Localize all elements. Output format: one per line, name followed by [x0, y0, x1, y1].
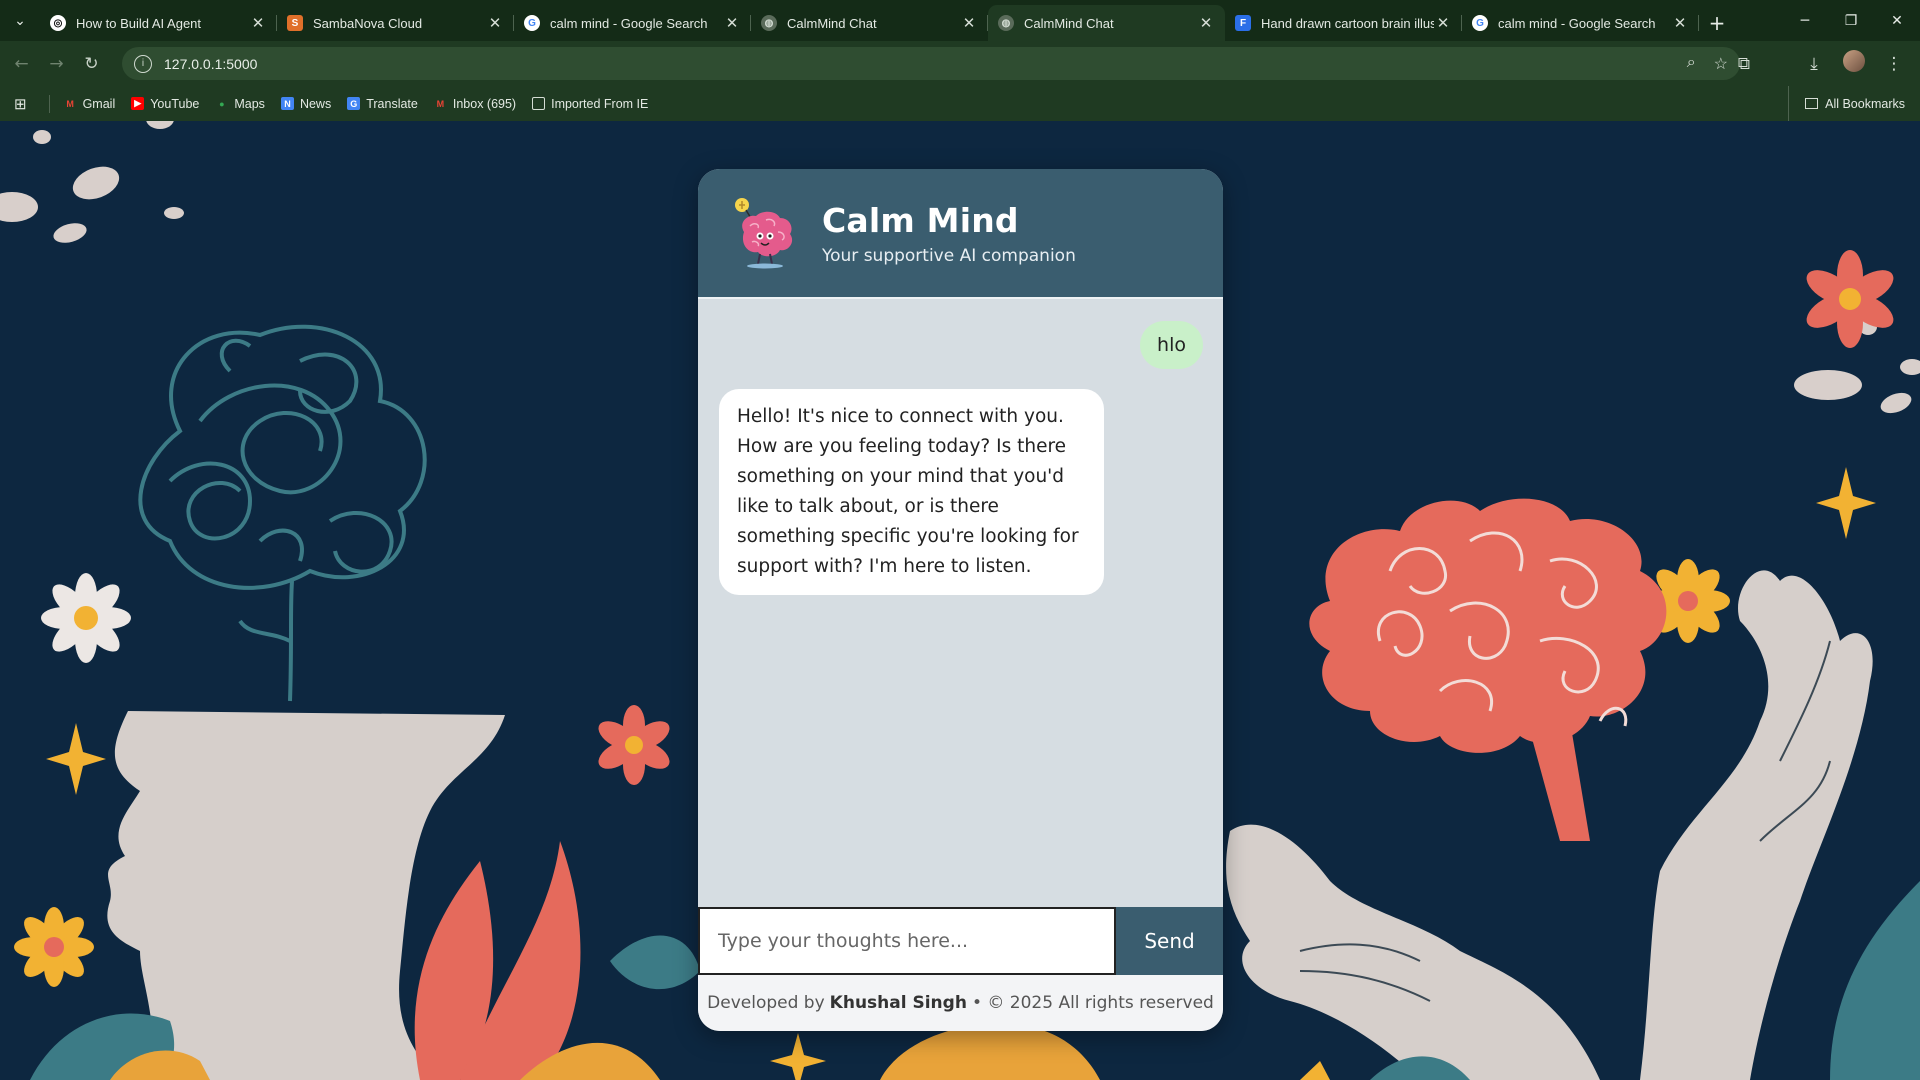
footer-copyright: • © 2025 All rights reserved [971, 993, 1214, 1013]
brain-mascot-icon [735, 198, 793, 269]
translate-icon: G [347, 97, 361, 110]
toolbar: ← → ↻ i 127.0.0.1:5000 ⌕ ☆ ⧉ ⤓ ⋮ [0, 41, 1920, 86]
close-tab-icon[interactable]: ✕ [960, 14, 978, 32]
gmail-icon: M [436, 98, 445, 109]
site-info-icon[interactable]: i [134, 54, 152, 73]
profile-avatar[interactable] [1834, 50, 1874, 77]
bookmark-translate[interactable]: G Translate [347, 97, 418, 111]
app-subtitle: Your supportive AI companion [822, 245, 1076, 266]
bookmark-folder-imported[interactable]: Imported From IE [532, 97, 648, 111]
bookmark-news[interactable]: N News [280, 97, 331, 111]
sambanova-icon: S [287, 15, 303, 31]
close-tab-icon[interactable]: ✕ [723, 14, 741, 32]
brain-illustration [1309, 498, 1667, 841]
toolbar-actions: ⧉ ⤓ ⋮ [1724, 41, 1914, 86]
window-controls: ─ ❐ ✕ [1782, 0, 1920, 41]
zoom-icon[interactable]: ⌕ [1687, 54, 1696, 74]
back-button[interactable]: ← [4, 46, 39, 81]
flower-coral [598, 705, 670, 785]
new-tab-button[interactable]: + [1699, 5, 1735, 41]
gmail-icon: M [66, 98, 74, 109]
close-tab-icon[interactable]: ✕ [249, 14, 267, 32]
chat-header: Calm Mind Your supportive AI companion [698, 169, 1223, 297]
close-tab-icon[interactable]: ✕ [486, 14, 504, 32]
bookmark-gmail[interactable]: M Gmail [64, 97, 115, 111]
message-input[interactable] [698, 907, 1116, 975]
omnibox-actions: ⌕ ☆ [1687, 54, 1728, 74]
bookmark-inbox[interactable]: M Inbox (695) [434, 97, 516, 111]
tab-4[interactable]: ◍ CalmMind Chat ✕ [751, 5, 988, 41]
apps-grid-icon[interactable]: ⊞ [14, 95, 27, 113]
footer: Developed by Khushal Singh • © 2025 All … [698, 975, 1223, 1031]
news-icon: N [280, 97, 294, 110]
folder-icon [1805, 98, 1819, 109]
globe-icon: ◍ [761, 15, 777, 31]
user-message: hlo [1140, 321, 1203, 369]
bookmarks-bar: ⊞ M Gmail ▶ YouTube ● Maps N News G Translate… [0, 86, 1920, 121]
tab-search-icon[interactable]: ⌄ [0, 0, 40, 41]
address-bar[interactable]: i 127.0.0.1:5000 ⌕ ☆ [122, 47, 1740, 80]
tab-7[interactable]: Gcalm mind - Google Search ✕ [1462, 5, 1699, 41]
folder-icon [532, 97, 546, 110]
page-viewport: Calm Mind Your supportive AI companion h… [0, 121, 1920, 1080]
header-text: Calm Mind Your supportive AI companion [822, 201, 1076, 266]
minimize-icon[interactable]: ─ [1782, 0, 1828, 41]
footer-prefix: Developed by [707, 993, 825, 1013]
extensions-icon[interactable]: ⧉ [1724, 54, 1764, 74]
all-bookmarks-button[interactable]: All Bookmarks [1788, 86, 1905, 121]
bookmark-youtube[interactable]: ▶ YouTube [131, 97, 199, 111]
google-icon: G [1472, 15, 1488, 31]
download-icon[interactable]: ⤓ [1794, 54, 1834, 74]
flower-yellow [14, 907, 94, 987]
footer-author: Khushal Singh [829, 993, 967, 1013]
reload-button[interactable]: ↻ [74, 46, 109, 81]
send-button[interactable]: Send [1116, 907, 1223, 975]
message-list: hlo Hello! It's nice to connect with you… [698, 297, 1223, 907]
close-window-icon[interactable]: ✕ [1874, 0, 1920, 41]
composer: Send [698, 907, 1223, 975]
maps-icon: ● [219, 98, 225, 109]
bookmark-maps[interactable]: ● Maps [215, 97, 265, 111]
tab-3[interactable]: Gcalm mind - Google Search ✕ [514, 5, 751, 41]
flower-white [41, 573, 131, 663]
freepik-icon: F [1235, 15, 1251, 31]
scribble-thought [138, 324, 427, 702]
url-text: 127.0.0.1:5000 [164, 55, 258, 72]
tab-strip: ⌄ ◎ How to Build AI Agent ✕ S SambaNova Clo… [0, 0, 1920, 41]
flower-coral-right [1806, 250, 1894, 348]
tab-5-active[interactable]: ◍ CalmMind Chat ✕ [988, 5, 1225, 41]
openai-icon: ◎ [50, 15, 66, 31]
browser-chrome: ⌄ ◎ How to Build AI Agent ✕ S SambaNova Clo… [0, 0, 1920, 121]
close-tab-icon[interactable]: ✕ [1197, 14, 1215, 32]
google-icon: G [524, 15, 540, 31]
close-tab-icon[interactable]: ✕ [1434, 14, 1452, 32]
forward-button[interactable]: → [39, 46, 74, 81]
chat-window: Calm Mind Your supportive AI companion h… [698, 169, 1223, 1031]
tab-1[interactable]: ◎ How to Build AI Agent ✕ [40, 5, 277, 41]
bot-message: Hello! It's nice to connect with you. Ho… [719, 389, 1104, 595]
close-tab-icon[interactable]: ✕ [1671, 14, 1689, 32]
youtube-icon: ▶ [131, 97, 145, 110]
menu-kebab-icon[interactable]: ⋮ [1874, 54, 1914, 74]
tab-6[interactable]: F Hand drawn cartoon brain illus ✕ [1225, 5, 1462, 41]
app-title: Calm Mind [822, 200, 1019, 240]
restore-icon[interactable]: ❐ [1828, 0, 1874, 41]
globe-icon: ◍ [998, 15, 1014, 31]
tab-2[interactable]: S SambaNova Cloud ✕ [277, 5, 514, 41]
